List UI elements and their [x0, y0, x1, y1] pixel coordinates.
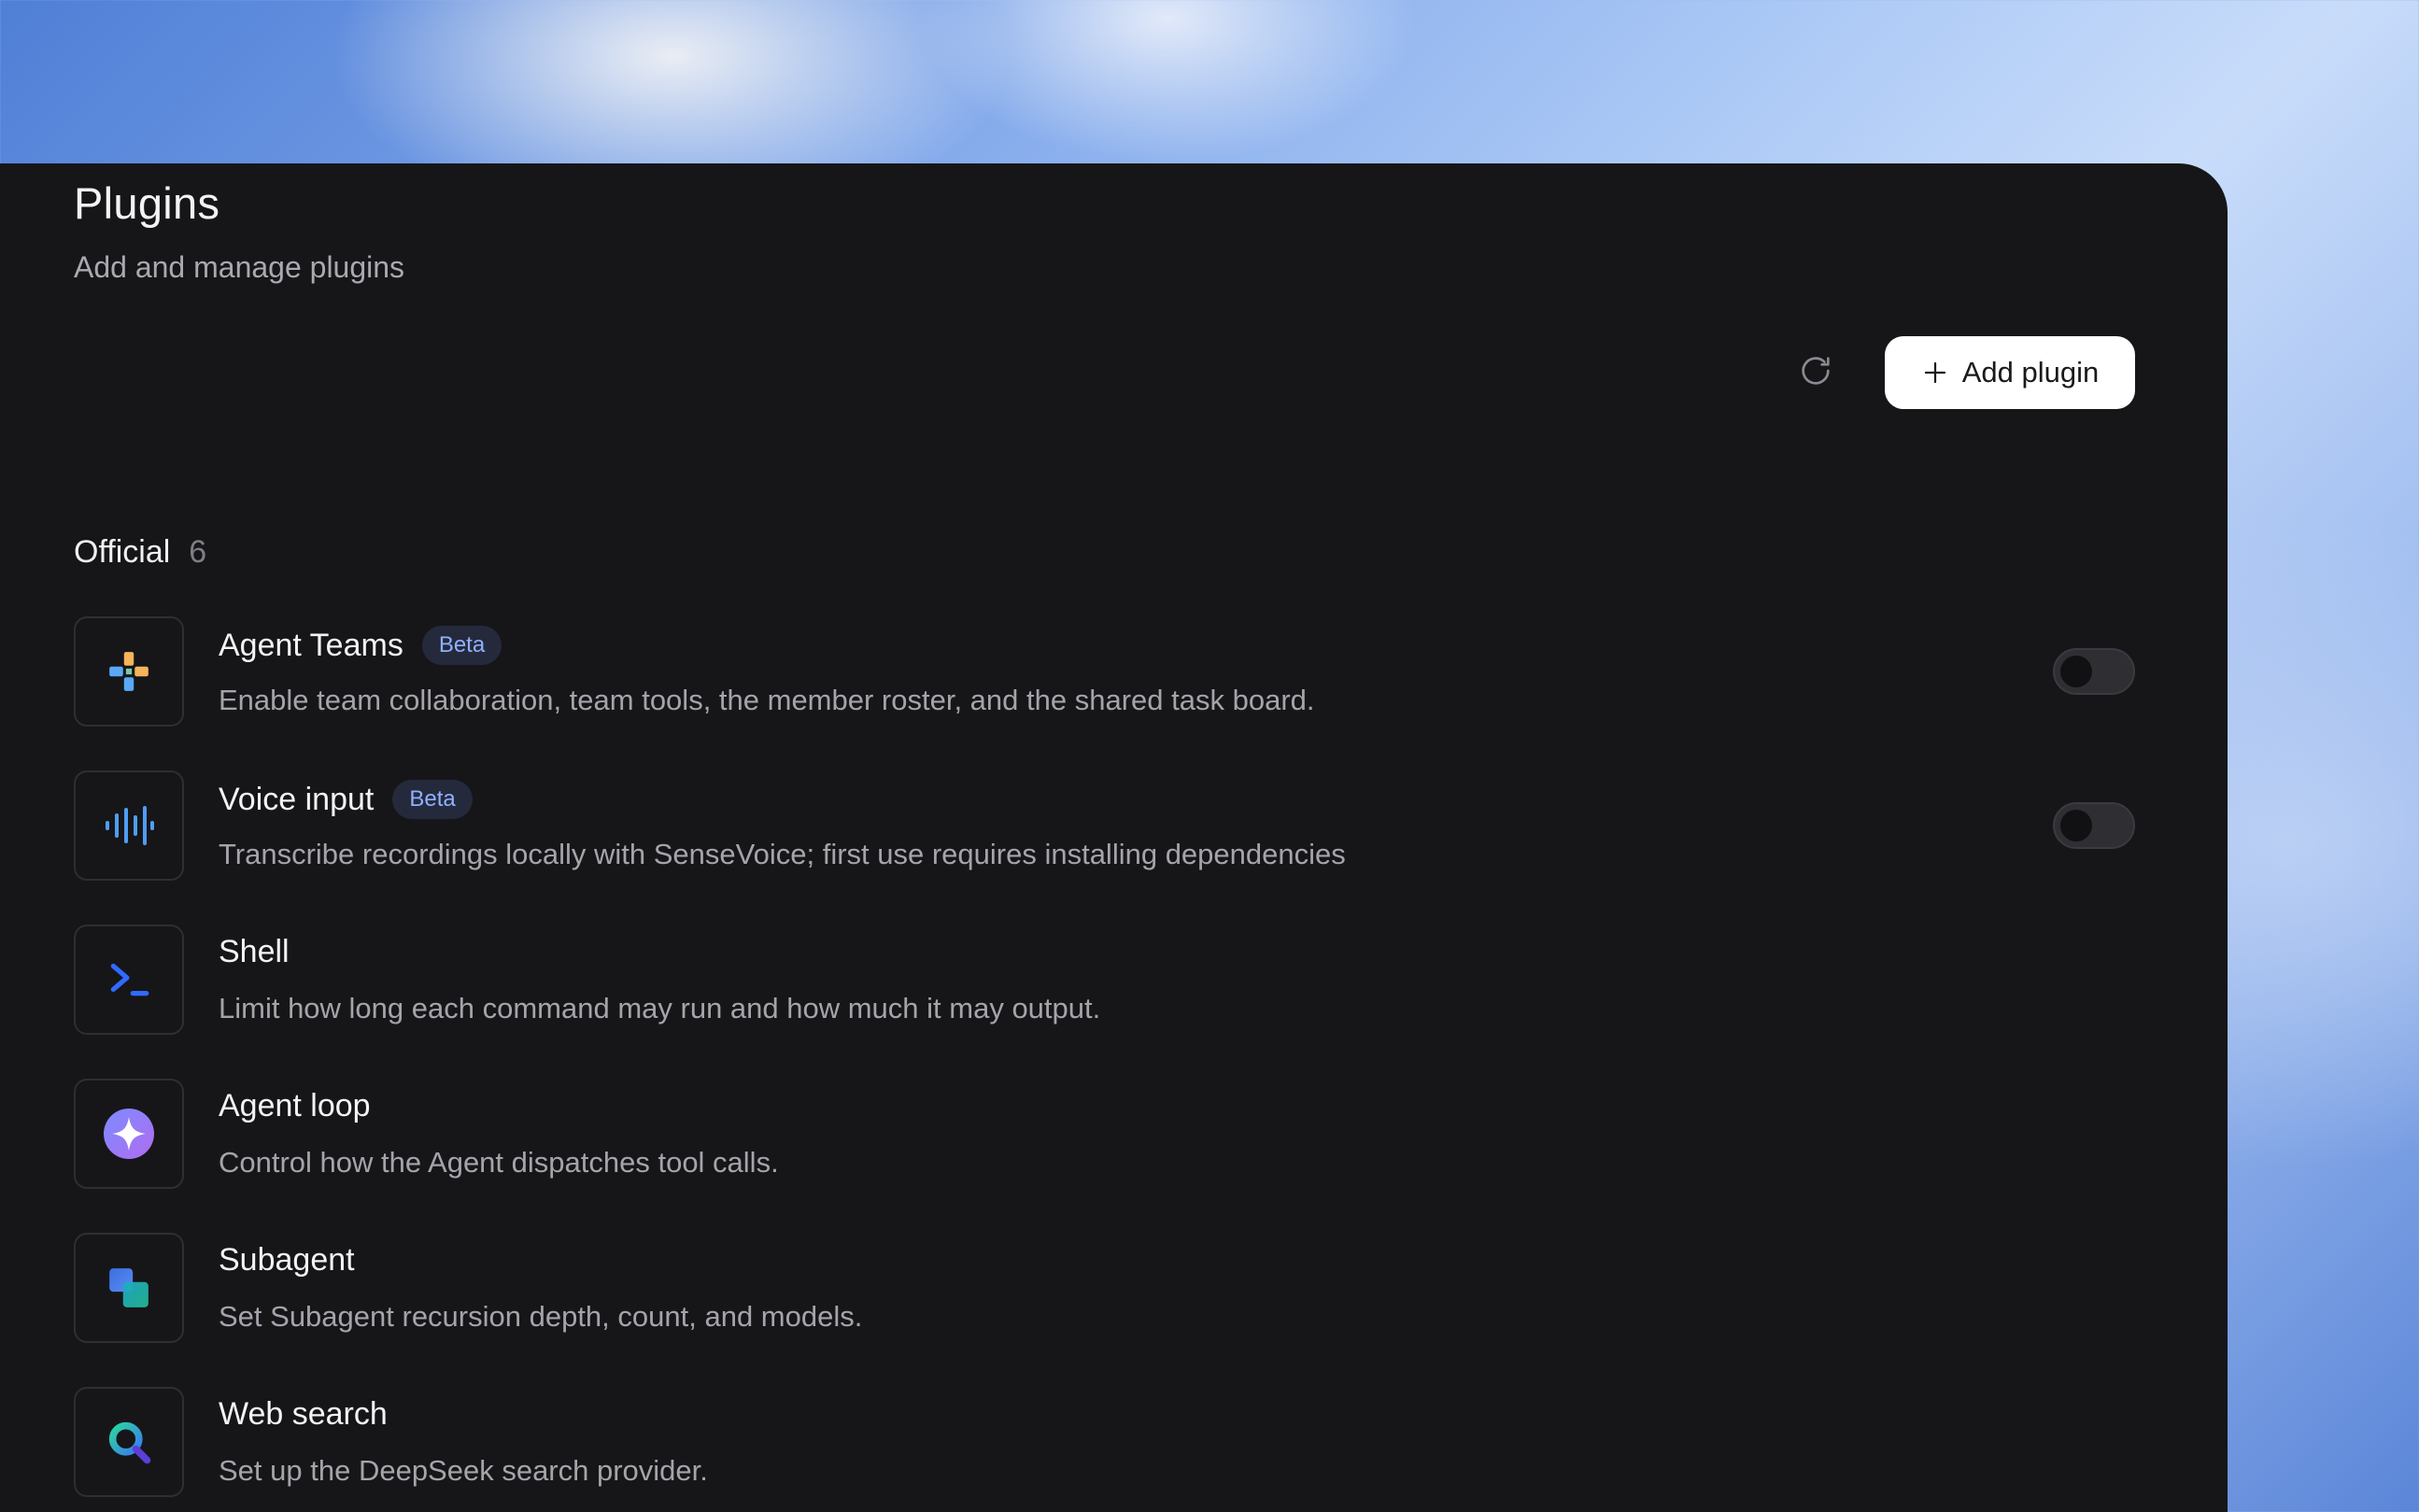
plugin-description: Set Subagent recursion depth, count, and… [219, 1300, 863, 1333]
plugin-item-shell[interactable]: Shell Limit how long each command may ru… [74, 925, 2135, 1079]
beta-badge: Beta [392, 780, 473, 819]
plugin-name: Shell [219, 934, 290, 969]
plugin-name-row: Agent Teams Beta [219, 626, 502, 665]
plugin-icon-box [74, 1079, 184, 1189]
toggle-knob [2060, 656, 2092, 687]
plugin-toggle-agent-teams[interactable] [2053, 648, 2135, 695]
plugin-icon-box [74, 616, 184, 727]
terminal-icon [110, 963, 149, 996]
plugin-toggle-voice-input[interactable] [2053, 802, 2135, 849]
add-plugin-label: Add plugin [1961, 356, 2100, 389]
plugin-name: Web search [219, 1396, 388, 1432]
agent-teams-icon [109, 652, 149, 691]
plugin-name: Agent loop [219, 1088, 371, 1123]
subagent-icon [109, 1268, 149, 1307]
plugin-description: Transcribe recordings locally with Sense… [219, 838, 1346, 870]
plugin-name-row: Agent loop [219, 1088, 371, 1124]
plus-icon [1921, 359, 1949, 387]
plugin-item-subagent[interactable]: Subagent Set Subagent recursion depth, c… [74, 1233, 2135, 1387]
refresh-button[interactable] [1793, 348, 1838, 393]
plugin-description: Enable team collaboration, team tools, t… [219, 684, 1315, 716]
search-icon [108, 1421, 151, 1464]
plugin-name: Voice input [219, 781, 375, 817]
section-header-official: Official 6 [74, 534, 206, 571]
refresh-icon [1802, 357, 1830, 385]
plugin-name-row: Shell [219, 934, 290, 970]
plugin-item-voice-input[interactable]: Voice input Beta Transcribe recordings l… [74, 770, 2135, 925]
plugin-name-row: Subagent [219, 1242, 355, 1279]
plugin-list: Agent Teams Beta Enable team collaborati… [74, 616, 2135, 1512]
page-subtitle: Add and manage plugins [74, 250, 405, 284]
plugin-icon-box [74, 770, 184, 881]
page-title: Plugins [74, 178, 220, 228]
plugin-name-row: Web search [219, 1396, 388, 1433]
plugin-description: Control how the Agent dispatches tool ca… [219, 1146, 779, 1179]
plugin-description: Limit how long each command may run and … [219, 992, 1101, 1024]
beta-badge: Beta [421, 626, 502, 665]
plugin-name-row: Voice input Beta [219, 780, 473, 819]
plugin-description: Set up the DeepSeek search provider. [219, 1454, 708, 1487]
plugin-item-agent-loop[interactable]: Agent loop Control how the Agent dispatc… [74, 1079, 2135, 1233]
plugin-name: Agent Teams [219, 627, 403, 663]
add-plugin-button[interactable]: Add plugin [1885, 336, 2135, 409]
sparkle-icon [104, 1109, 154, 1159]
plugin-item-web-search[interactable]: Web search Set up the DeepSeek search pr… [74, 1387, 2135, 1512]
section-title: Official [74, 534, 171, 570]
waveform-icon [106, 806, 154, 845]
toggle-knob [2060, 810, 2092, 841]
plugin-name: Subagent [219, 1242, 355, 1278]
plugin-item-agent-teams[interactable]: Agent Teams Beta Enable team collaborati… [74, 616, 2135, 770]
plugin-icon-box [74, 925, 184, 1035]
plugin-icon-box [74, 1233, 184, 1343]
section-count: 6 [189, 534, 207, 570]
plugin-icon-box [74, 1387, 184, 1497]
